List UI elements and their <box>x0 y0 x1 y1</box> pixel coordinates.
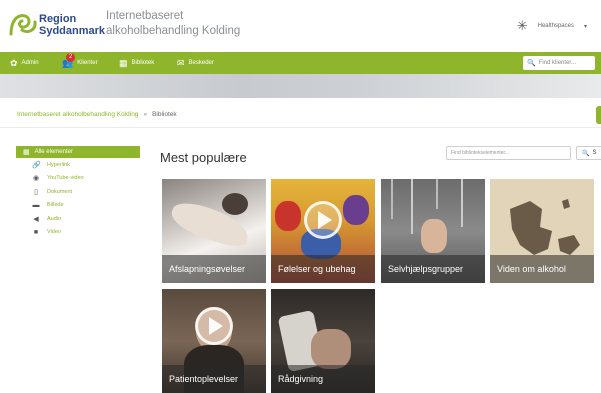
search-icon: 🔍 <box>527 60 536 67</box>
sidebar-item-label: YouTube-video <box>47 175 84 182</box>
nav-admin[interactable]: ✿ Admin <box>10 56 39 70</box>
tile-folelser-og-ubehag[interactable]: Følelser og ubehag <box>271 179 375 283</box>
gear-icon: ✿ <box>10 57 18 68</box>
library-search-input[interactable]: Find bibliotekselementer... <box>446 146 571 160</box>
logo-line-2: Syddanmark <box>39 25 106 37</box>
envelope-icon: ✉ <box>177 57 185 68</box>
nav-beskeder[interactable]: ✉ Beskeder <box>177 56 214 70</box>
region-syddanmark-logo[interactable]: Region Syddanmark <box>8 10 105 44</box>
tile-label: Viden om alkohol <box>490 255 594 283</box>
library-search-button[interactable]: 🔍 S <box>576 146 601 160</box>
chevron-down-icon: ▾ <box>583 23 587 30</box>
audio-icon: ◀ <box>33 215 39 223</box>
image-icon: ▬ <box>32 201 40 209</box>
section-title: Mest populære <box>160 150 247 165</box>
sidebar-item-label: Hyperlink <box>47 161 70 168</box>
document-icon: ▯ <box>34 188 38 196</box>
tile-label: Patientoplevelser <box>162 365 266 393</box>
tile-patientoplevelser[interactable]: Patientoplevelser <box>162 289 266 393</box>
play-icon <box>195 307 233 345</box>
nav-bibliotek-label: Bibliotek <box>131 60 155 66</box>
sidebar-item-youtube[interactable]: ◉ YouTube-video <box>16 172 140 186</box>
logo-text: Region Syddanmark <box>39 13 105 37</box>
divider <box>0 127 601 128</box>
site-title: Internetbaseret alkoholbehandling Koldin… <box>106 9 240 39</box>
sidebar-item-label: Dokument <box>47 188 73 195</box>
search-icon: 🔍 <box>582 150 590 157</box>
site-title-line-2: alkoholbehandling Kolding <box>106 25 241 37</box>
user-menu[interactable]: ✳ Healthspaces ▾ <box>517 18 587 34</box>
tile-afslapningsovelser[interactable]: Afslapningsøvelser <box>162 179 266 283</box>
banner-image <box>0 74 601 98</box>
tile-label: Følelser og ubehag <box>271 255 375 283</box>
sidebar-item-audio[interactable]: ◀ Audio <box>16 212 140 226</box>
breadcrumb-home-link[interactable]: Internetbaseret alkoholbehandling Koldin… <box>17 111 138 118</box>
action-button-edge[interactable] <box>596 106 601 124</box>
tile-viden-om-alkohol[interactable]: Viden om alkohol <box>490 179 594 283</box>
grid-icon: ▦ <box>119 57 128 68</box>
video-icon: ■ <box>33 228 39 236</box>
sidebar-item-label: Billede <box>47 202 64 209</box>
nav-bibliotek[interactable]: ▦ Bibliotek <box>119 56 154 70</box>
nav-klienter-label: Klienter <box>77 60 98 66</box>
sidebar-item-billede[interactable]: ▬ Billede <box>16 199 140 213</box>
sidebar-item-label: Audio <box>47 215 62 222</box>
tile-label: Selvhjælpsgrupper <box>381 255 485 283</box>
youtube-icon: ◉ <box>32 175 40 183</box>
tile-selvhjaelpsgrupper[interactable]: Selvhjælpsgrupper <box>381 179 485 283</box>
site-title-line-1: Internetbaseret <box>106 10 184 22</box>
logo-line-1: Region <box>39 13 77 25</box>
sidebar-item-video[interactable]: ■ Video <box>16 226 140 240</box>
breadcrumb-separator: » <box>143 111 148 118</box>
library-search-button-label: S <box>592 150 597 156</box>
sidebar-item-label: Video <box>47 229 61 236</box>
library-sidebar: ▦ Alle elementer 🔗 Hyperlink ◉ YouTube-v… <box>16 146 140 239</box>
users-icon: 👥 2 <box>62 52 75 68</box>
tile-label: Rådgivning <box>271 365 375 393</box>
nav-beskeder-label: Beskeder <box>188 60 214 66</box>
breadcrumb-current: Bibliotek <box>152 111 177 118</box>
client-search-input[interactable]: 🔍 Find klienter... <box>523 56 595 70</box>
top-header: Region Syddanmark Internetbaseret alkoho… <box>0 0 601 52</box>
tile-label: Afslapningsøvelser <box>162 255 266 283</box>
nav-admin-label: Admin <box>21 60 39 66</box>
sidebar-item-hyperlink[interactable]: 🔗 Hyperlink <box>16 158 140 172</box>
tile-radgivning[interactable]: Rådgivning <box>271 289 375 393</box>
link-icon: 🔗 <box>32 161 41 169</box>
logo-mark-icon <box>9 14 37 36</box>
main-navbar: ✿ Admin 👥 2 Klienter ▦ Bibliotek ✉ Besked… <box>0 52 601 74</box>
settings-gear-icon[interactable]: ✳ <box>517 18 528 34</box>
sidebar-item-alle-elementer[interactable]: ▦ Alle elementer <box>16 146 140 158</box>
nav-klienter[interactable]: 👥 2 Klienter <box>62 52 98 70</box>
notification-badge: 2 <box>66 52 75 62</box>
sidebar-header-label: Alle elementer <box>34 149 73 155</box>
play-icon <box>304 201 342 239</box>
grid-icon: ▦ <box>23 149 30 156</box>
client-search-placeholder: Find klienter... <box>538 60 577 66</box>
sidebar-item-dokument[interactable]: ▯ Dokument <box>16 185 140 199</box>
user-label: Healthspaces <box>537 23 574 29</box>
breadcrumb: Internetbaseret alkoholbehandling Koldin… <box>17 111 177 118</box>
